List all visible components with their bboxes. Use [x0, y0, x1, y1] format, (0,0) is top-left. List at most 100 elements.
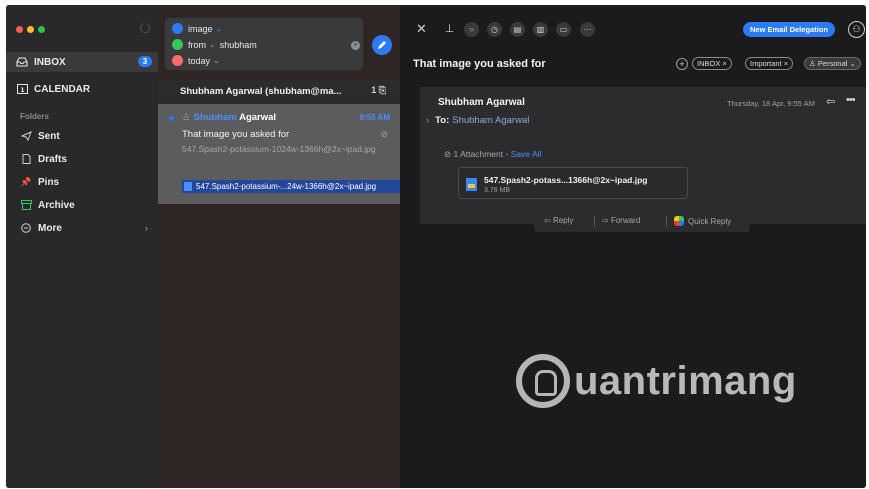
search-chip-image[interactable]: image ⌄	[172, 22, 222, 35]
reply-button[interactable]: ⇦ Reply	[544, 216, 573, 225]
sidebar-item-label: Sent	[38, 130, 60, 142]
sidebar-item-calendar[interactable]: 1 CALENDAR	[6, 79, 158, 99]
sidebar-item-label: Drafts	[38, 153, 67, 165]
search-chip-from[interactable]: from ⌄ shubham	[172, 38, 257, 51]
sidebar: INBOX 3 1 CALENDAR Folders Sent Drafts 📌…	[6, 5, 158, 488]
sidebar-item-archive[interactable]: Archive	[6, 195, 158, 215]
attachment-file[interactable]: 547.Spash2-potass...1366h@2x~ipad.jpg 3.…	[458, 167, 688, 199]
chevron-right-icon: ›	[145, 223, 148, 233]
sidebar-item-label: INBOX	[34, 56, 66, 68]
row-subject: That image you asked for	[182, 129, 290, 140]
unread-count-badge: 3	[138, 56, 152, 67]
message-subject: That image you asked for	[413, 58, 546, 70]
row-time: 9:55 AM	[359, 113, 390, 122]
quick-reply-icon	[674, 216, 684, 226]
quick-actions-bar: ⇦ Reply ⇨ Forward Quick Reply	[534, 210, 750, 232]
person-icon: ♙	[809, 59, 816, 68]
sync-spinner-icon	[140, 23, 150, 33]
folder-icon[interactable]: ▭	[556, 22, 571, 37]
sidebar-item-more[interactable]: More ›	[6, 218, 158, 238]
reading-pane: ✕ ⊥ ○ ◷ ▤ ▥ ▭ ··· New Email Delegation ⚇…	[400, 5, 866, 488]
mail-app-window: INBOX 3 1 CALENDAR Folders Sent Drafts 📌…	[6, 5, 866, 488]
inbox-tray-icon	[16, 57, 28, 67]
sidebar-item-inbox[interactable]: INBOX 3	[6, 52, 158, 72]
circle-icon[interactable]: ○	[464, 22, 479, 37]
close-window-button[interactable]	[16, 26, 23, 33]
unread-dot-icon	[169, 116, 174, 121]
sidebar-item-label: Archive	[38, 199, 75, 211]
archive-icon[interactable]: ▤	[510, 22, 525, 37]
sidebar-item-sent[interactable]: Sent	[6, 126, 158, 146]
more-circle-icon	[20, 223, 32, 233]
message-card: Shubham Agarwal Thursday, 18 Apr, 9:55 A…	[420, 87, 866, 224]
sidebar-item-label: More	[38, 222, 62, 234]
document-icon	[20, 154, 32, 164]
more-options-icon[interactable]: ···	[580, 22, 595, 37]
new-email-delegation-button[interactable]: New Email Delegation	[743, 22, 835, 37]
thread-header[interactable]: Shubham Agarwal (shubham@ma... 1 ⎘	[158, 80, 400, 102]
reply-icon[interactable]: ⇦	[826, 95, 835, 108]
account-icon[interactable]: ⚇	[848, 21, 865, 38]
lightbulb-logo-icon	[516, 354, 570, 408]
row-attachment-chip[interactable]: 547.Spash2-potassium-...24w-1366h@2x~ipa…	[182, 180, 400, 193]
attachment-summary: ⊘ 1 Attachment - Save All	[444, 149, 542, 159]
chevron-down-icon: ⌄	[209, 40, 216, 49]
message-date: Thursday, 18 Apr, 9:55 AM	[727, 99, 815, 108]
sidebar-item-drafts[interactable]: Drafts	[6, 149, 158, 169]
more-options-icon[interactable]: •••	[846, 94, 856, 106]
chevron-right-icon: ›	[426, 115, 430, 126]
pin-icon[interactable]: ⊥	[442, 22, 457, 37]
calendar-icon: 1	[16, 84, 28, 94]
tag-inbox[interactable]: INBOX ×	[692, 57, 732, 70]
tag-personal[interactable]: ♙ Personal ⌄	[804, 57, 861, 70]
chevron-down-icon: ⌄	[849, 59, 856, 68]
image-file-icon	[466, 178, 477, 191]
clock-icon[interactable]: ◷	[487, 22, 502, 37]
thread-title: Shubham Agarwal (shubham@ma...	[180, 85, 342, 97]
sidebar-item-pins[interactable]: 📌 Pins	[6, 172, 158, 192]
watermark-text: uantrimang	[574, 358, 797, 403]
archive-box-icon	[20, 200, 32, 210]
divider	[594, 216, 595, 227]
thread-count: 1 ⎘	[371, 85, 386, 95]
image-file-icon	[184, 182, 192, 191]
add-label-icon[interactable]: +	[676, 58, 688, 70]
watermark: uantrimang	[516, 351, 816, 411]
message-list-pane: image ⌄ from ⌄ shubham today ⌄ × Shubham…	[158, 5, 400, 488]
search-icon	[172, 23, 183, 34]
attachment-size: 3.76 MB	[484, 187, 511, 194]
attachment-name: 547.Spash2-potass...1366h@2x~ipad.jpg	[484, 175, 648, 185]
divider	[666, 216, 667, 227]
search-chip-date[interactable]: today ⌄	[172, 54, 220, 67]
zoom-window-button[interactable]	[38, 26, 45, 33]
row-sender: ♙ Shubham Agarwal	[182, 112, 277, 123]
row-preview: 547.Spash2-potassium-1024w-1366h@2x~ipad…	[182, 144, 376, 154]
message-toolbar: ✕ ⊥ ○ ◷ ▤ ▥ ▭ ··· New Email Delegation ⚇	[400, 16, 866, 42]
message-recipients[interactable]: › To: Shubham Agarwal	[426, 115, 529, 126]
pencil-icon	[378, 41, 386, 49]
sidebar-item-label: CALENDAR	[34, 83, 91, 95]
compose-button[interactable]	[372, 35, 392, 55]
thread-stack-icon: ⎘	[378, 85, 386, 95]
clear-search-icon[interactable]: ×	[351, 41, 360, 50]
paperclip-icon: ⊘	[444, 149, 452, 159]
person-icon	[172, 39, 183, 50]
message-sender: Shubham Agarwal	[438, 97, 525, 108]
svg-text:1: 1	[20, 87, 24, 94]
chevron-down-icon: ⌄	[213, 56, 220, 65]
save-all-link[interactable]: Save All	[511, 149, 542, 159]
calendar-icon	[172, 55, 183, 66]
forward-button[interactable]: ⇨ Forward	[602, 216, 640, 225]
quick-reply-button[interactable]: Quick Reply	[674, 216, 731, 226]
close-icon[interactable]: ✕	[416, 21, 427, 37]
reply-icon: ⇦	[544, 216, 551, 225]
chevron-down-icon: ⌄	[215, 24, 223, 33]
folders-section-label: Folders	[20, 112, 49, 121]
list-item[interactable]: ♙ Shubham Agarwal 9:55 AM That image you …	[158, 104, 400, 204]
forward-icon: ⇨	[602, 216, 609, 225]
search-filter-box[interactable]: image ⌄ from ⌄ shubham today ⌄ ×	[165, 18, 363, 70]
tag-important[interactable]: Important ×	[745, 57, 794, 70]
trash-icon[interactable]: ▥	[533, 22, 548, 37]
person-icon: ♙	[182, 112, 191, 123]
minimize-window-button[interactable]	[27, 26, 34, 33]
